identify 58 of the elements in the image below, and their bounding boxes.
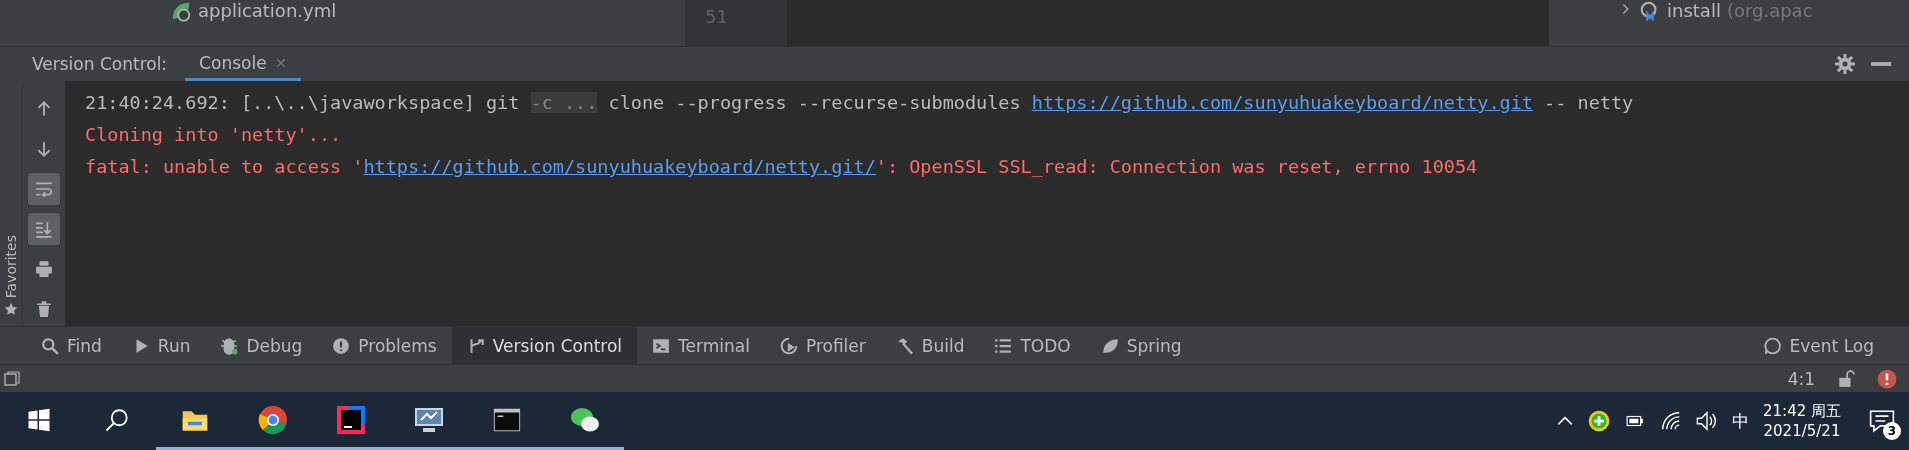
notification-count: 3 bbox=[1883, 422, 1901, 440]
clock[interactable]: 21:42 周五 2021/5/21 bbox=[1763, 401, 1841, 441]
tool-tab[interactable]: TODO bbox=[979, 327, 1086, 364]
scroll-to-end-icon bbox=[35, 220, 53, 238]
url-link[interactable]: https://github.com/sunyuhuakeyboard/netty.git/ bbox=[363, 156, 876, 177]
error-line: fatal: unable to access 'https://github.com/sunyuhuakeyboard/netty.git/': OpenSSL SSL_read: Connection was reset, errno 10054 bbox=[85, 155, 1479, 179]
tool-tab[interactable]: Profiler bbox=[764, 327, 881, 364]
error-line: Cloning into 'netty'... bbox=[85, 123, 343, 147]
favorites-label[interactable]: Favorites bbox=[3, 234, 19, 298]
hammer-icon bbox=[895, 336, 914, 355]
url-link[interactable]: https://github.com/sunyuhuakeyboard/netty.git bbox=[1031, 92, 1533, 113]
input-method[interactable]: 中 bbox=[1732, 409, 1749, 433]
plus-circle-icon[interactable] bbox=[1588, 410, 1610, 432]
wifi-icon[interactable] bbox=[1660, 410, 1682, 432]
file-name[interactable]: application.yml bbox=[198, 0, 337, 22]
arrow-up-icon bbox=[35, 100, 53, 118]
error-icon[interactable] bbox=[1877, 368, 1897, 389]
star-icon bbox=[4, 302, 18, 316]
maven-goal[interactable]: install bbox=[1667, 0, 1721, 22]
unlock-icon[interactable] bbox=[1837, 369, 1855, 388]
tool-tab[interactable]: Terminal bbox=[637, 327, 765, 364]
warning-circle-icon bbox=[332, 336, 351, 355]
speaker-icon[interactable] bbox=[1696, 410, 1718, 432]
tool-tab[interactable]: Build bbox=[880, 327, 980, 364]
leaf-icon bbox=[1100, 336, 1119, 355]
arrow-down-icon bbox=[35, 140, 53, 158]
settings-icon[interactable] bbox=[1835, 54, 1855, 74]
tool-tab[interactable]: Spring bbox=[1085, 327, 1197, 364]
terminal-icon bbox=[652, 336, 671, 355]
console-tool-button[interactable] bbox=[28, 213, 60, 245]
command-line: 21:40:24.692: [..\..\javaworkspace] git -c ... clone --progress --recurse-submodules https://github.com/sunyuhuakeyboard/netty.git -- netty bbox=[85, 91, 1635, 115]
list-icon bbox=[994, 336, 1013, 355]
soft-wrap-icon bbox=[35, 180, 53, 198]
tool-tab[interactable]: Debug bbox=[205, 327, 318, 364]
event-log-tab[interactable]: Event Log bbox=[1748, 327, 1889, 364]
close-icon bbox=[274, 56, 287, 69]
tool-tab[interactable]: Find bbox=[26, 327, 117, 364]
tool-tab[interactable]: Version Control bbox=[451, 327, 638, 364]
folded-args[interactable]: -c ... bbox=[530, 92, 598, 113]
tool-window-title: Version Control: bbox=[32, 54, 168, 74]
bug-icon bbox=[220, 336, 239, 355]
tool-tab[interactable]: Problems bbox=[317, 327, 452, 364]
window-icon[interactable] bbox=[4, 370, 20, 387]
minimize-icon bbox=[1871, 62, 1891, 66]
speech-bubble-icon bbox=[1763, 336, 1782, 355]
tool-tab[interactable]: Run bbox=[116, 327, 206, 364]
search-icon[interactable] bbox=[105, 407, 129, 432]
profiler-icon bbox=[779, 336, 798, 355]
ide-icon[interactable] bbox=[335, 403, 367, 436]
console-tool-button[interactable] bbox=[28, 173, 60, 205]
browser-icon[interactable] bbox=[257, 403, 289, 436]
search-icon bbox=[41, 336, 59, 355]
maven-goal-detail: (org.apac bbox=[1726, 0, 1813, 22]
trash-icon bbox=[35, 300, 53, 318]
print-icon bbox=[35, 260, 53, 278]
windows-start-icon[interactable] bbox=[27, 407, 51, 432]
caret-position[interactable]: 4:1 bbox=[1787, 368, 1815, 389]
notification-icon[interactable] bbox=[1869, 408, 1895, 434]
